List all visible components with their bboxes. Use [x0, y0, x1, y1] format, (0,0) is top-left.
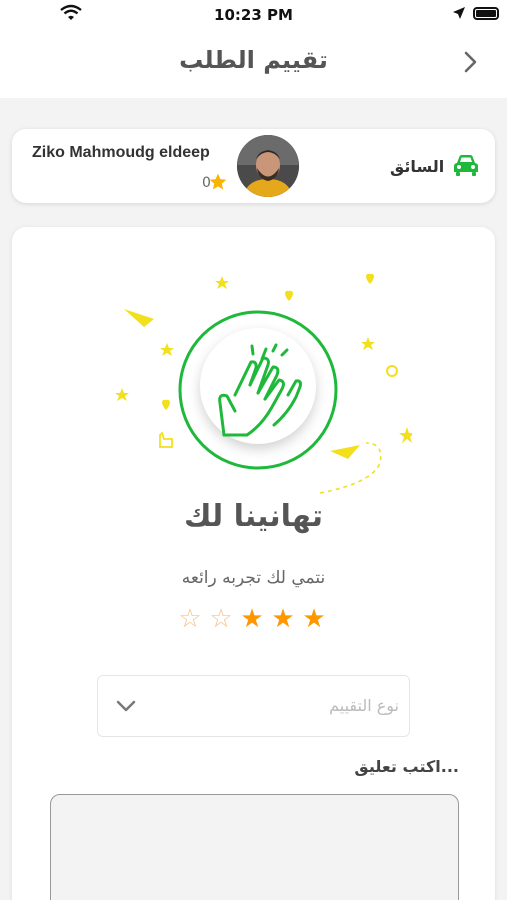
star-icon — [209, 173, 227, 190]
driver-name: Ziko Mahmoudg eldeep — [32, 144, 210, 161]
driver-role-label: السائق — [390, 157, 445, 176]
rating-star-2[interactable]: ★ — [269, 605, 297, 633]
comment-textarea[interactable] — [50, 794, 459, 900]
congrats-heading: تهانينا لك — [184, 499, 323, 534]
rating-card: تهانينا لك نتمي لك تجربه رائعه ★ ★ ★ ☆ ☆ نوع… — [12, 227, 495, 900]
car-icon — [454, 155, 478, 176]
star-rating[interactable]: ★ ★ ★ ☆ ☆ — [178, 605, 328, 635]
rating-type-placeholder: نوع التقييم — [329, 696, 399, 715]
nav-bar: تقييم الطلب — [0, 28, 507, 98]
rating-star-5[interactable]: ☆ — [176, 605, 204, 633]
chevron-down-icon — [116, 700, 136, 712]
status-time: 10:23 PM — [214, 6, 293, 24]
driver-avatar — [237, 135, 299, 197]
celebration-illustration — [115, 273, 412, 494]
avatar-photo — [237, 135, 299, 197]
gift-icon — [159, 431, 173, 448]
location-arrow-icon — [453, 7, 465, 19]
page-title: تقييم الطلب — [179, 46, 328, 74]
rating-star-3[interactable]: ★ — [238, 605, 266, 633]
congrats-subtitle: نتمي لك تجربه رائعه — [181, 568, 326, 588]
confetti-ring — [386, 365, 398, 377]
chevron-right-icon[interactable] — [458, 50, 482, 74]
driver-card: Ziko Mahmoudg eldeep 0 السائق — [12, 129, 495, 203]
rating-type-select[interactable]: نوع التقييم — [97, 675, 410, 737]
rating-star-4[interactable]: ☆ — [207, 605, 235, 633]
status-bar: 10:23 PM — [0, 0, 507, 28]
battery-icon — [473, 7, 499, 20]
comment-label: اكتب تعليق... — [354, 757, 459, 776]
rating-star-1[interactable]: ★ — [300, 605, 328, 633]
